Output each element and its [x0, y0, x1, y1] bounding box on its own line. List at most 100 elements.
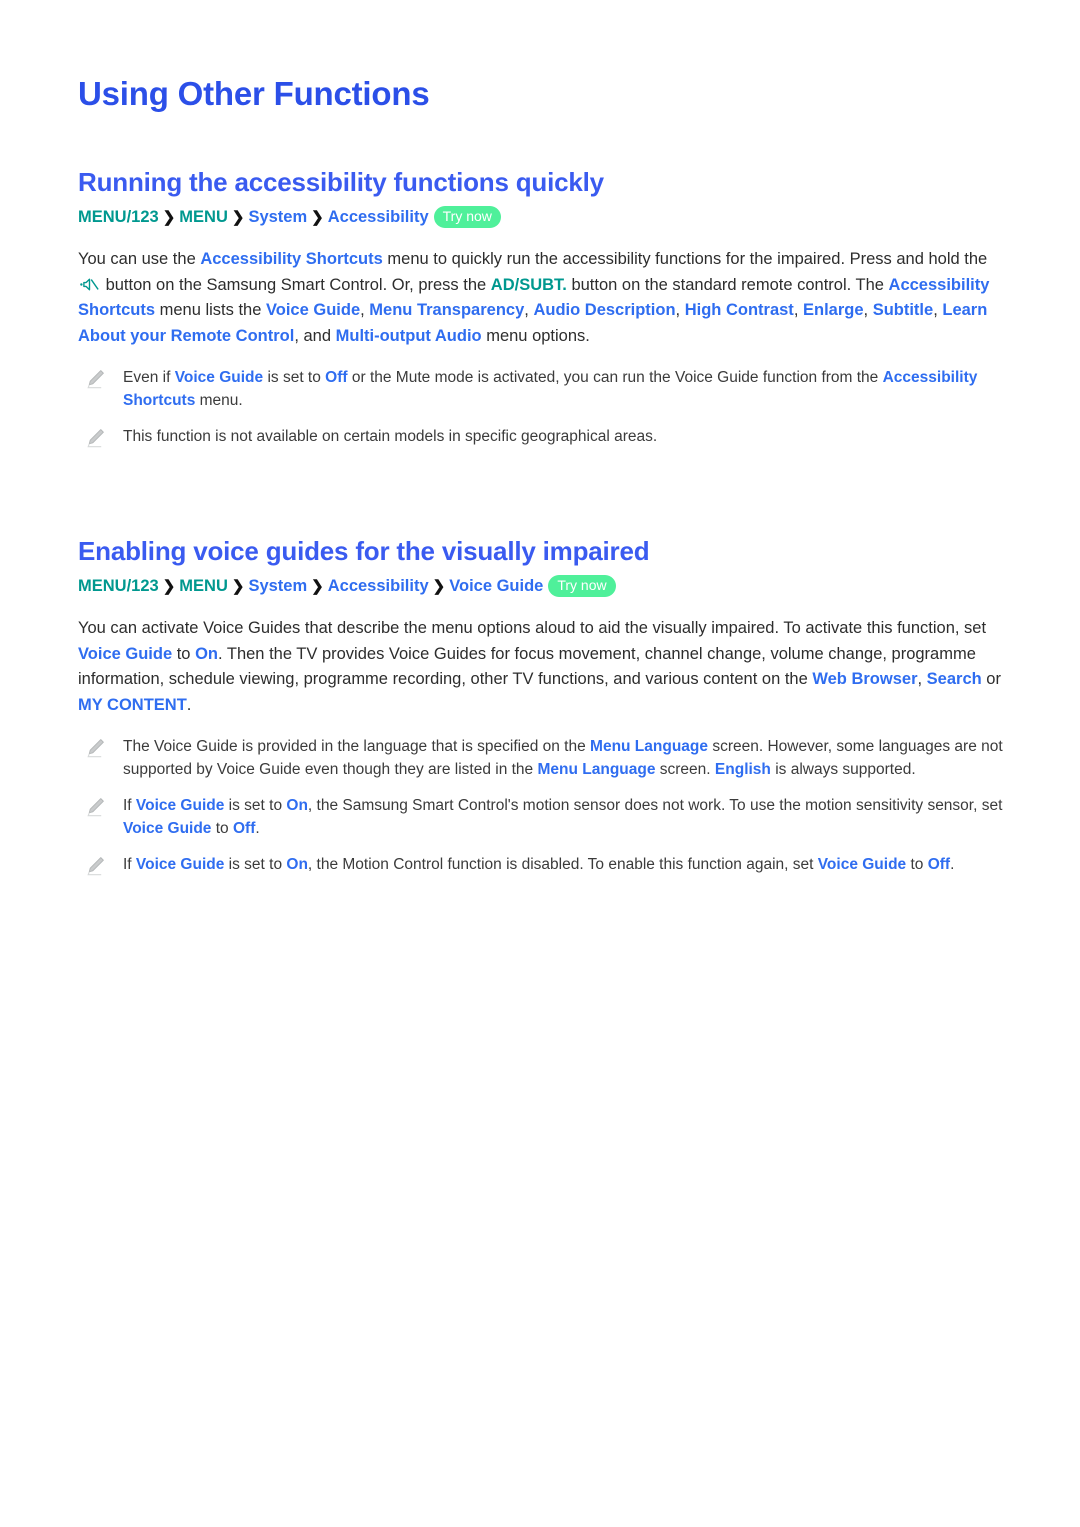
- text-run: screen.: [655, 761, 715, 779]
- text-run: If: [123, 856, 136, 874]
- try-now-badge[interactable]: Try now: [433, 206, 501, 228]
- section-heading: Enabling voice guides for the visually i…: [78, 535, 650, 566]
- text-run: menu lists the: [155, 301, 266, 320]
- text-run: is always supported.: [770, 761, 916, 779]
- link-voice-guide[interactable]: Voice Guide: [175, 369, 263, 386]
- link-voice-guide[interactable]: Voice Guide: [136, 797, 224, 814]
- note-text: This function is not available on certai…: [123, 425, 657, 448]
- breadcrumb-item-system[interactable]: System: [248, 208, 307, 226]
- page-title: Using Other Functions: [78, 75, 430, 112]
- breadcrumb-item-menu[interactable]: MENU: [179, 208, 228, 226]
- note-item: If Voice Guide is set to On, the Samsung…: [78, 794, 1018, 840]
- text-run: You can use the: [78, 249, 201, 268]
- link-on[interactable]: On: [195, 645, 218, 663]
- link-on[interactable]: On: [286, 856, 308, 873]
- text-run: menu options.: [481, 326, 590, 345]
- link-english[interactable]: English: [715, 761, 771, 778]
- text-run: or the Mute mode is activated, you can r…: [347, 368, 883, 386]
- breadcrumb-separator-icon: ❯: [162, 209, 176, 227]
- note-text: The Voice Guide is provided in the langu…: [123, 735, 1018, 781]
- breadcrumb-separator-icon: ❯: [311, 578, 324, 596]
- breadcrumb-separator-icon: ❯: [162, 578, 176, 596]
- section-heading: Running the accessibility functions quic…: [78, 166, 604, 197]
- link-multi-output-audio[interactable]: Multi-output Audio: [336, 327, 482, 345]
- text-run: ,: [933, 301, 943, 320]
- pencil-icon: [84, 368, 106, 390]
- text-run: .: [255, 820, 260, 838]
- link-my-content[interactable]: MY CONTENT: [78, 696, 187, 714]
- link-voice-guide[interactable]: Voice Guide: [818, 856, 906, 873]
- breadcrumb: MENU/123 ❯ MENU ❯ System ❯ Accessibility Try no…: [78, 206, 1018, 229]
- note-text: If Voice Guide is set to On, the Motion …: [123, 853, 954, 876]
- text-run: button on the Samsung Smart Control. Or,…: [101, 275, 491, 294]
- link-high-contrast[interactable]: High Contrast: [685, 301, 794, 319]
- link-ad-subt[interactable]: AD/SUBT.: [491, 276, 567, 294]
- pencil-icon: [84, 855, 106, 877]
- link-search[interactable]: Search: [927, 670, 982, 688]
- section-voice-guide: Enabling voice guides for the visually i…: [78, 535, 1018, 877]
- text-run: .: [186, 696, 192, 715]
- breadcrumb-separator-icon: ❯: [231, 578, 245, 596]
- section-paragraph: You can use the Accessibility Shortcuts …: [78, 247, 1003, 349]
- breadcrumb-item-menu[interactable]: MENU: [179, 577, 228, 595]
- text-run: Even if: [123, 368, 175, 386]
- breadcrumb-item-menu123[interactable]: MENU/123: [78, 208, 159, 226]
- link-menu-language[interactable]: Menu Language: [590, 738, 708, 755]
- note-item: This function is not available on certai…: [78, 425, 1018, 449]
- document-page: Using Other Functions Running the access…: [0, 0, 1080, 1527]
- link-off[interactable]: Off: [233, 820, 255, 837]
- breadcrumb-item-system[interactable]: System: [248, 577, 307, 595]
- text-run: ,: [793, 301, 803, 320]
- notes-list: The Voice Guide is provided in the langu…: [78, 735, 1018, 877]
- note-item: If Voice Guide is set to On, the Motion …: [78, 853, 1018, 877]
- text-run: If: [123, 797, 136, 815]
- text-run: is set to: [224, 856, 287, 874]
- link-voice-guide[interactable]: Voice Guide: [266, 301, 360, 319]
- note-item: Even if Voice Guide is set to Off or the…: [78, 366, 1018, 412]
- pencil-icon: [84, 737, 106, 759]
- breadcrumb: MENU/123 ❯ MENU ❯ System ❯ Accessibility ❯ Voice…: [78, 575, 1018, 598]
- link-subtitle[interactable]: Subtitle: [873, 301, 934, 319]
- text-run: , the Motion Control function is disable…: [307, 856, 818, 874]
- text-run: is set to: [263, 368, 326, 386]
- mute-icon: [80, 275, 99, 291]
- text-run: to: [211, 820, 233, 838]
- pencil-icon: [84, 427, 106, 449]
- breadcrumb-item-accessibility[interactable]: Accessibility: [328, 577, 429, 595]
- text-run: or: [981, 670, 1001, 689]
- text-run: is set to: [224, 797, 287, 815]
- link-menu-language[interactable]: Menu Language: [537, 761, 655, 778]
- link-audio-description[interactable]: Audio Description: [533, 301, 675, 319]
- try-now-badge[interactable]: Try now: [548, 575, 616, 598]
- link-voice-guide[interactable]: Voice Guide: [78, 645, 172, 663]
- link-web-browser[interactable]: Web Browser: [812, 670, 917, 688]
- section-paragraph: You can activate Voice Guides that descr…: [78, 616, 1003, 718]
- link-off[interactable]: Off: [928, 856, 950, 873]
- notes-list: Even if Voice Guide is set to Off or the…: [78, 366, 1018, 449]
- breadcrumb-separator-icon: ❯: [311, 209, 324, 227]
- link-off[interactable]: Off: [325, 369, 347, 386]
- link-voice-guide[interactable]: Voice Guide: [123, 820, 211, 837]
- note-item: The Voice Guide is provided in the langu…: [78, 735, 1018, 781]
- text-run: You can activate Voice Guides that descr…: [78, 619, 987, 638]
- breadcrumb-item-voice-guide[interactable]: Voice Guide: [449, 577, 543, 595]
- link-menu-transparency[interactable]: Menu Transparency: [369, 301, 524, 319]
- link-on[interactable]: On: [286, 797, 308, 814]
- link-enlarge[interactable]: Enlarge: [803, 301, 864, 319]
- text-run: ,: [917, 670, 927, 689]
- link-accessibility-shortcuts[interactable]: Accessibility Shortcuts: [200, 250, 382, 268]
- breadcrumb-item-menu123[interactable]: MENU/123: [78, 577, 159, 595]
- breadcrumb-separator-icon: ❯: [432, 578, 446, 596]
- link-voice-guide[interactable]: Voice Guide: [136, 856, 224, 873]
- pencil-icon: [84, 796, 106, 818]
- text-run: ,: [675, 301, 685, 320]
- text-run: The Voice Guide is provided in the langu…: [123, 738, 591, 756]
- text-run: .: [950, 856, 955, 874]
- text-run: menu to quickly run the accessibility fu…: [382, 249, 988, 268]
- text-run: ,: [360, 301, 370, 320]
- text-run: button on the standard remote control. T…: [566, 275, 889, 294]
- text-run: , the Samsung Smart Control's motion sen…: [307, 797, 1003, 815]
- breadcrumb-separator-icon: ❯: [231, 209, 245, 227]
- breadcrumb-item-accessibility[interactable]: Accessibility: [328, 208, 429, 226]
